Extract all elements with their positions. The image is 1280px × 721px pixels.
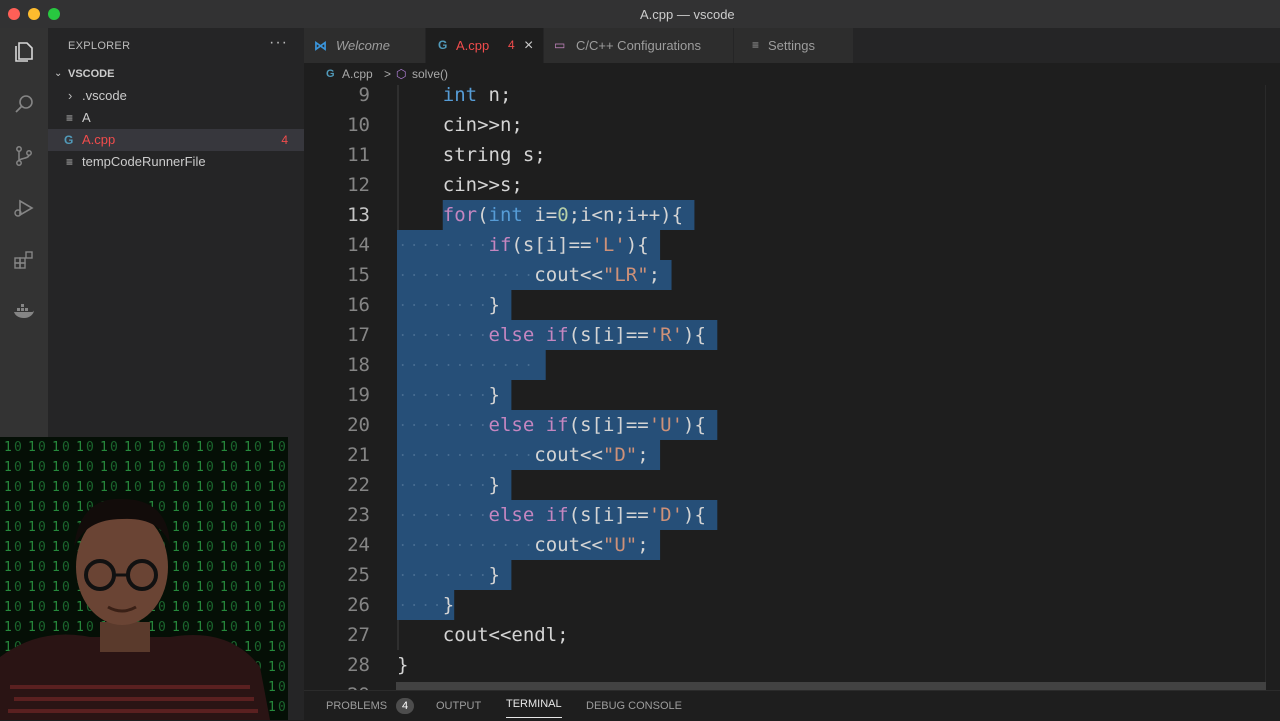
tab-welcome[interactable]: ⋈ Welcome [304, 28, 426, 63]
panel-tab-bar: PROBLEMS 4 OUTPUT TERMINAL DEBUG CONSOLE [304, 690, 1280, 721]
extensions-icon[interactable] [12, 248, 36, 272]
tab-label: C/C++ Configurations [576, 38, 702, 53]
tab-label: Welcome [336, 38, 390, 53]
line-number: 15 [347, 264, 370, 286]
code-line[interactable]: } [397, 474, 500, 496]
panel-tab-terminal[interactable]: TERMINAL [506, 691, 562, 718]
breadcrumb-file[interactable]: A.cpp [342, 63, 373, 85]
code-line[interactable]: cin>>n; [397, 114, 523, 136]
root-folder-label: VSCODE [68, 68, 115, 80]
code-line[interactable]: else if(s[i]=='D'){ [397, 504, 706, 526]
source-control-icon[interactable] [12, 144, 36, 168]
code-line[interactable]: cout<<endl; [397, 624, 569, 646]
code-line[interactable] [397, 354, 534, 376]
code-line[interactable]: string s; [397, 144, 546, 166]
search-icon[interactable] [12, 92, 36, 116]
code-line[interactable]: } [397, 564, 500, 586]
code-line[interactable]: cout<<"D"; [397, 444, 649, 466]
code-line[interactable]: if(s[i]=='L'){ [397, 234, 649, 256]
run-debug-icon[interactable] [12, 196, 36, 220]
config-icon: ▭ [554, 38, 566, 52]
code-line[interactable]: else if(s[i]=='U'){ [397, 414, 706, 436]
line-number: 21 [347, 444, 370, 466]
chevron-right-icon: › [68, 88, 73, 103]
tab-label: A.cpp [456, 38, 490, 53]
line-number: 17 [347, 324, 370, 346]
more-actions-icon[interactable]: ··· [269, 34, 288, 52]
tab-settings[interactable]: ≡ Settings [734, 28, 854, 63]
tree-item-tempcoderunnerfile[interactable]: ≡ tempCodeRunnerFile [48, 151, 304, 173]
line-number: 11 [347, 144, 370, 166]
breadcrumb: G A.cpp > ⬡ solve() [304, 63, 1280, 85]
tree-item-vscode-folder[interactable]: › .vscode [48, 85, 304, 107]
docker-icon[interactable] [12, 300, 36, 324]
line-number: 26 [347, 594, 370, 616]
panel-tab-debug-console[interactable]: DEBUG CONSOLE [586, 691, 682, 721]
problems-count-badge: 4 [396, 698, 414, 714]
window-title: A.cpp — vscode [640, 7, 735, 22]
explorer-header: EXPLORER [68, 40, 131, 52]
code-line[interactable]: cin>>s; [397, 174, 523, 196]
code-line[interactable]: for(int i=0;i<n;i++){ [397, 204, 683, 226]
line-number: 28 [347, 654, 370, 676]
code-line[interactable]: else if(s[i]=='R'){ [397, 324, 706, 346]
webcam-overlay: 1 0 [0, 437, 288, 720]
line-number: 23 [347, 504, 370, 526]
line-number: 18 [347, 354, 370, 376]
tree-item-label: .vscode [82, 88, 127, 103]
line-number: 25 [347, 564, 370, 586]
tree-item-label: A [82, 110, 91, 125]
folder-root-vscode[interactable]: ⌄ VSCODE [48, 63, 304, 85]
tree-item-a[interactable]: ≡ A [48, 107, 304, 129]
line-number: 13 [347, 204, 370, 226]
breadcrumb-separator: > [384, 67, 392, 81]
line-number: 10 [347, 114, 370, 136]
tree-item-label: A.cpp [82, 132, 116, 147]
tree-item-a-cpp[interactable]: G A.cpp 4 [48, 129, 304, 151]
line-number: 9 [359, 85, 370, 106]
code-line[interactable]: } [397, 384, 500, 406]
vertical-scrollbar[interactable] [1265, 85, 1280, 690]
line-number: 24 [347, 534, 370, 556]
vscode-icon: ⋈ [314, 38, 327, 53]
tab-label: Settings [768, 38, 815, 53]
line-number: 12 [347, 174, 370, 196]
file-lines-icon: ≡ [66, 111, 74, 125]
tab-a-cpp[interactable]: G A.cpp 4 × [426, 28, 544, 63]
webcam-video-image: 1 0 [0, 437, 288, 720]
line-number: 14 [347, 234, 370, 256]
line-number: 22 [347, 474, 370, 496]
tab-cpp-configurations[interactable]: ▭ C/C++ Configurations [544, 28, 734, 63]
breadcrumb-symbol[interactable]: solve() [412, 63, 448, 85]
code-editor[interactable]: 9 int n; 10 cin>>n; 11 string s; 12 cin>>s;… [304, 85, 1280, 690]
horizontal-scrollbar[interactable] [396, 682, 1266, 690]
panel-tab-output[interactable]: OUTPUT [436, 691, 481, 721]
line-number: 16 [347, 294, 370, 316]
line-number: 19 [347, 384, 370, 406]
line-number: 27 [347, 624, 370, 646]
cube-symbol-icon: ⬡ [396, 67, 407, 81]
settings-list-icon: ≡ [752, 38, 760, 52]
panel-tab-problems[interactable]: PROBLEMS [326, 691, 387, 721]
code-line[interactable]: cout<<"LR"; [397, 264, 660, 286]
code-line[interactable]: } [397, 594, 454, 616]
tree-item-label: tempCodeRunnerFile [82, 154, 206, 169]
problems-badge: 4 [281, 133, 288, 147]
title-bar: A.cpp — vscode [0, 0, 1280, 29]
cpp-file-icon: G [438, 38, 448, 52]
file-lines-icon: ≡ [66, 155, 74, 169]
line-number: 20 [347, 414, 370, 436]
problems-badge: 4 [508, 38, 515, 52]
cpp-file-icon: G [326, 68, 335, 80]
close-tab-icon[interactable]: × [524, 28, 533, 63]
editor-tab-bar: ⋈ Welcome G A.cpp 4 × ▭ C/C++ Configurat… [304, 28, 1280, 63]
chevron-down-icon: ⌄ [54, 68, 63, 79]
code-canvas[interactable]: 9 int n; 10 cin>>n; 11 string s; 12 cin>>s;… [304, 85, 1280, 690]
code-line[interactable]: int n; [397, 85, 512, 106]
code-line[interactable]: } [397, 654, 408, 676]
explorer-icon[interactable] [12, 40, 36, 64]
cpp-file-icon: G [64, 133, 74, 147]
code-line[interactable]: cout<<"U"; [397, 534, 649, 556]
code-line[interactable]: } [397, 294, 500, 316]
